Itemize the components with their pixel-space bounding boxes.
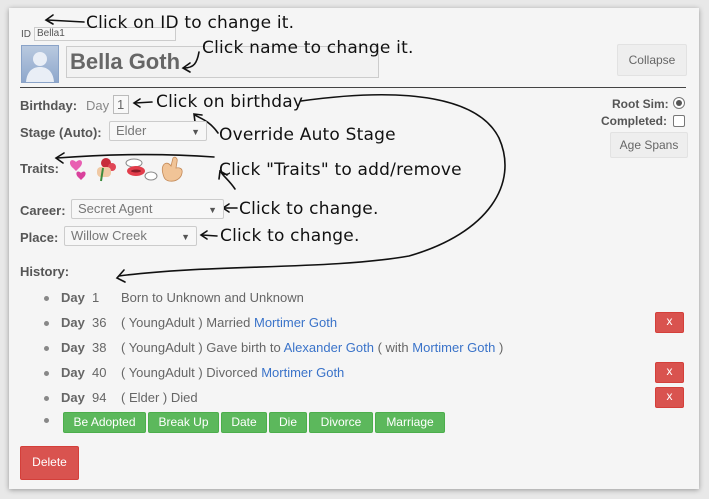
place-value: Willow Creek [71,228,147,243]
root-sim-radio[interactable] [673,97,685,109]
marriage-button[interactable]: Marriage [375,412,445,433]
break-up-label: Break Up [158,415,209,429]
sim-card: ID Bella1 Bella Goth Collapse Click on I… [9,8,699,489]
history-day-word: Day [61,340,85,355]
be-adopted-button[interactable]: Be Adopted [63,412,146,433]
chevron-down-icon: ▼ [191,127,200,137]
marriage-label: Marriage [386,415,434,429]
history-day-number: 94 [92,390,107,405]
place-label: Place: [20,230,59,245]
hand-icon [161,156,183,182]
history-event-close: ) [498,340,504,355]
history-day-word: Day [61,390,85,405]
history-day-word: Day [61,365,85,380]
career-label: Career: [20,203,66,218]
completed-checkbox[interactable] [673,115,685,127]
close-icon: x [666,389,673,403]
history-day-number: 1 [92,290,100,305]
age-spans-button[interactable]: Age Spans [610,132,688,158]
date-label: Date [231,415,257,429]
birthday-input[interactable]: 1 [113,95,129,114]
birthday-day-prefix: Day [86,98,110,113]
die-label: Die [278,415,297,429]
bullet [44,418,49,423]
delete-label: Delete [32,455,67,469]
divorce-label: Divorce [320,415,362,429]
history-day-number: 38 [92,340,107,355]
history-text: ( YoungAdult ) Married Mortimer Goth [121,315,337,330]
root-sim-label: Root Sim: [612,97,669,111]
birthday-label: Birthday: [20,98,78,113]
history-row: Day 38 ( YoungAdult ) Gave birth to Alex… [43,340,683,360]
history-text: Born to Unknown and Unknown [121,290,304,305]
history-event: Born to Unknown and Unknown [121,290,304,305]
stage-select[interactable]: Elder ▼ [109,121,207,141]
career-value: Secret Agent [78,201,153,216]
history-text: ( YoungAdult ) Gave birth to Alexander G… [121,340,503,355]
history-event: ( YoungAdult ) Divorced [121,365,258,380]
birthday-value: 1 [117,97,125,112]
bullet [44,346,49,351]
bullet [44,296,49,301]
bullet [44,396,49,401]
place-select[interactable]: Willow Creek ▼ [64,226,197,246]
history-event: ( Elder ) Died [121,390,198,405]
kiss-icon [125,158,158,181]
age-spans-label: Age Spans [619,138,679,152]
close-icon: x [666,364,673,378]
sim-link[interactable]: Mortimer Goth [254,315,337,330]
break-up-button[interactable]: Break Up [148,412,219,433]
history-text: ( YoungAdult ) Divorced Mortimer Goth [121,365,344,380]
chevron-down-icon: ▼ [208,205,217,215]
history-row: Day 94 ( Elder ) Died x [43,387,684,410]
sim-link[interactable]: Mortimer Goth [412,340,495,355]
close-icon: x [666,314,673,328]
delete-history-button[interactable]: x [655,362,684,383]
stage-label: Stage (Auto): [20,125,102,140]
history-event: ( YoungAdult ) Gave birth to [121,340,281,355]
divorce-button[interactable]: Divorce [309,412,373,433]
delete-history-button[interactable]: x [655,387,684,408]
stage-value: Elder [116,123,147,138]
sim-link[interactable]: Alexander Goth [284,340,374,355]
history-text: ( Elder ) Died [121,390,198,405]
stage-auto-label: (Auto): [59,125,102,140]
roses-icon [97,158,116,182]
be-adopted-label: Be Adopted [73,415,136,429]
career-select[interactable]: Secret Agent ▼ [71,199,224,219]
history-day-word: Day [61,290,85,305]
history-day-number: 40 [92,365,107,380]
hearts-icon [69,160,86,180]
bullet [44,321,49,326]
history-day-number: 36 [92,315,107,330]
traits-icons [65,154,190,184]
history-row: Day 40 ( YoungAdult ) Divorced Mortimer … [43,362,684,385]
traits-label[interactable]: Traits: [20,161,59,176]
history-row: Day 36 ( YoungAdult ) Married Mortimer G… [43,312,684,335]
die-button[interactable]: Die [269,412,307,433]
history-row: Day 1 Born to Unknown and Unknown [43,290,683,310]
chevron-down-icon: ▼ [181,232,190,242]
completed-label: Completed: [601,114,667,128]
history-day-word: Day [61,315,85,330]
history-label: History: [20,264,70,279]
date-button[interactable]: Date [221,412,267,433]
history-event: ( YoungAdult ) Married [121,315,251,330]
delete-history-button[interactable]: x [655,312,684,333]
history-event-with: ( with [377,340,409,355]
stage-label-text: Stage [20,125,56,140]
history-actions-row: Be Adopted Break Up Date Die Divorce Mar… [43,412,683,434]
bullet [44,371,49,376]
sim-link[interactable]: Mortimer Goth [261,365,344,380]
delete-sim-button[interactable]: Delete [20,446,79,480]
